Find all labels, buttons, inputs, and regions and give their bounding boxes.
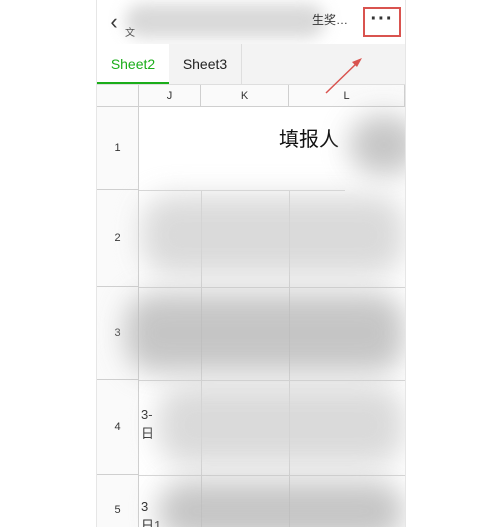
title-fragment: 文 [125,28,135,39]
blurred-title [125,4,325,38]
cell-j5[interactable]: 3 [141,499,148,514]
blurred-content [125,293,405,373]
sheet-tabs: Sheet2 Sheet3 [97,44,405,85]
spreadsheet-screen: ‹ 文 生奖… ··· Sheet2 Sheet3 J K L 1 2 3 4 … [96,0,406,527]
column-header-l[interactable]: L [289,85,405,107]
row-header-1[interactable]: 1 [97,107,139,190]
row-header-5[interactable]: 5 [97,475,139,527]
cell-j4[interactable]: 3- [141,407,153,422]
tab-sheet3[interactable]: Sheet3 [169,44,241,84]
document-title: 生奖… [312,13,349,27]
row-header-2[interactable]: 2 [97,190,139,287]
row-header-4[interactable]: 4 [97,380,139,475]
more-options-button[interactable]: ··· [363,7,401,37]
spreadsheet-grid: J K L 1 2 3 4 5 填报人 3- 日 3 日1 [97,85,405,527]
tab-sheet2[interactable]: Sheet2 [97,44,169,84]
column-header-j[interactable]: J [139,85,201,107]
grid-line [139,475,405,476]
blurred-content [157,481,405,527]
tab-divider [241,44,242,84]
grid-corner [97,85,139,107]
blurred-content [349,115,405,175]
top-bar: ‹ 文 生奖… ··· [97,0,405,44]
grid-line [139,380,405,381]
grid-line [139,287,405,288]
column-header-k[interactable]: K [201,85,289,107]
cell-j4-line2: 日 [141,426,155,441]
chevron-left-icon[interactable]: ‹ [103,10,125,34]
blurred-content [141,195,405,275]
cell-l1[interactable]: 填报人 [279,123,339,152]
blurred-content [157,385,405,465]
grid-line [139,190,345,191]
